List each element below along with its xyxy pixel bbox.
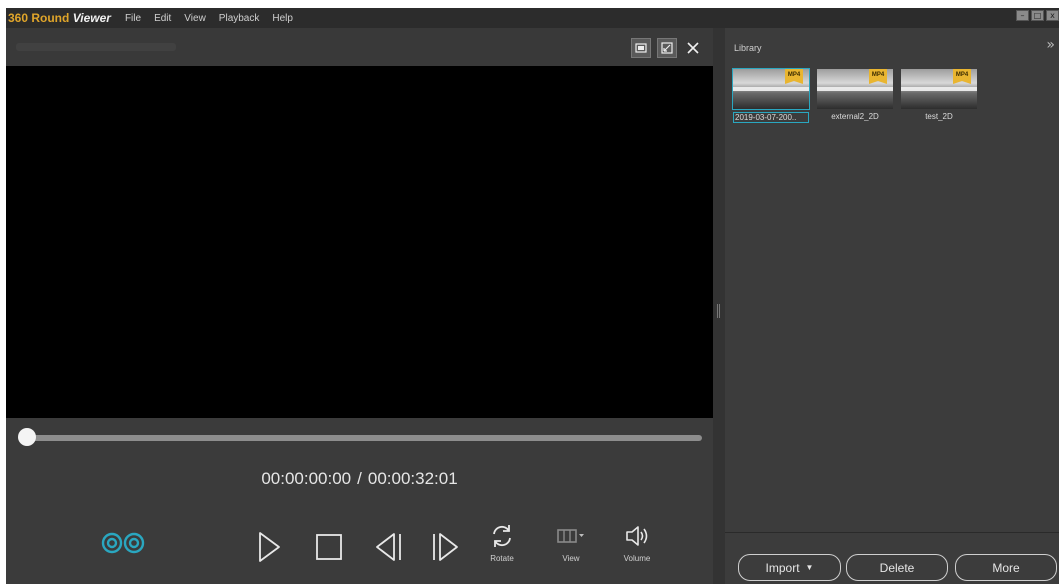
video-thumbnail: MP4 (732, 68, 810, 110)
library-item[interactable]: MP4 test_2D (901, 69, 977, 121)
rotate-button[interactable]: Rotate (489, 522, 515, 563)
step-back-icon (376, 533, 401, 561)
volume-label: Volume (623, 554, 651, 563)
library-item[interactable]: MP4 external2_2D (817, 69, 893, 121)
time-separator: / (357, 469, 362, 488)
single-view-icon (635, 43, 647, 53)
play-icon (259, 532, 280, 562)
library-item[interactable]: MP4 2019-03-07-200.. (732, 68, 810, 123)
expand-view-button[interactable] (657, 38, 677, 58)
library-panel: Library » MP4 2019-03-07-200.. MP4 exter… (725, 28, 1059, 584)
splitter-grip-icon[interactable] (717, 304, 720, 318)
view-label: View (562, 554, 580, 563)
app-title-product: Viewer (72, 11, 111, 25)
rotate-icon (493, 525, 511, 547)
view-mode-icon (557, 529, 584, 543)
volume-button[interactable]: Volume (623, 522, 651, 563)
menu-bar: 360 Round Viewer File Edit View Playback… (6, 8, 1059, 28)
current-time: 00:00:00:00 (261, 469, 352, 488)
mp4-badge: MP4 (953, 69, 971, 84)
close-window-button[interactable]: x (1046, 10, 1059, 21)
close-icon (687, 42, 699, 54)
playback-controls: 00:00:00:00 / 00:00:32:01 Rotate View Volu… (6, 418, 713, 584)
library-item-name: external2_2D (831, 112, 879, 121)
next-frame-button[interactable] (430, 531, 462, 563)
import-button[interactable]: Import ▼ (738, 554, 841, 581)
seek-bar[interactable] (24, 435, 702, 441)
thumbnail-panorama (901, 87, 977, 91)
stop-button[interactable] (315, 533, 343, 561)
delete-label: Delete (879, 560, 915, 575)
viewer-header (6, 28, 713, 66)
view-button[interactable]: View (556, 524, 586, 563)
library-item-name: test_2D (925, 112, 953, 121)
step-forward-icon (433, 533, 458, 561)
menu-playback[interactable]: Playback (219, 13, 260, 24)
maximize-button[interactable]: □ (1031, 10, 1044, 21)
more-label: More (992, 560, 1020, 575)
library-item-name: 2019-03-07-200.. (733, 112, 809, 123)
library-footer: Import ▼ Delete More (725, 532, 1059, 584)
expand-icon (661, 42, 673, 54)
panel-splitter[interactable] (713, 28, 725, 584)
dual-lens-button[interactable] (100, 531, 146, 555)
app-title: 360 Round Viewer (8, 11, 111, 25)
viewer-window-buttons (631, 38, 703, 58)
viewer-panel: 00:00:00:00 / 00:00:32:01 Rotate View Volu… (6, 28, 713, 584)
seek-handle[interactable] (18, 428, 36, 446)
more-button[interactable]: More (955, 554, 1057, 581)
single-view-button[interactable] (631, 38, 651, 58)
dual-lens-icon (101, 532, 145, 554)
video-display[interactable] (6, 66, 713, 418)
menu-help[interactable]: Help (272, 13, 293, 24)
delete-button[interactable]: Delete (846, 554, 948, 581)
viewer-file-title (16, 43, 176, 51)
close-viewer-button[interactable] (683, 38, 703, 58)
rotate-label: Rotate (490, 554, 514, 563)
video-thumbnail: MP4 (817, 69, 893, 109)
app-window: 360 Round Viewer File Edit View Playback… (6, 8, 1059, 584)
total-time: 00:00:32:01 (367, 469, 458, 488)
play-button[interactable] (256, 531, 282, 563)
chevron-down-icon: ▼ (805, 563, 814, 572)
thumbnail-panorama (733, 87, 809, 91)
minimize-button[interactable]: – (1016, 10, 1029, 21)
menu-view[interactable]: View (184, 13, 206, 24)
mp4-badge: MP4 (785, 69, 803, 84)
window-controls: – □ x (1016, 10, 1059, 21)
import-label: Import (765, 560, 800, 575)
collapse-panel-icon[interactable]: » (1046, 37, 1055, 53)
stop-icon (316, 534, 342, 560)
timecode: 00:00:00:00 / 00:00:32:01 (6, 469, 713, 489)
menu-file[interactable]: File (125, 13, 141, 24)
menu-edit[interactable]: Edit (154, 13, 171, 24)
app-title-brand: 360 Round (8, 11, 70, 25)
library-title: Library (734, 43, 762, 53)
volume-icon (626, 526, 648, 546)
mp4-badge: MP4 (869, 69, 887, 84)
library-header: Library » (725, 28, 1059, 63)
thumbnail-panorama (817, 87, 893, 91)
previous-frame-button[interactable] (372, 531, 404, 563)
video-thumbnail: MP4 (901, 69, 977, 109)
